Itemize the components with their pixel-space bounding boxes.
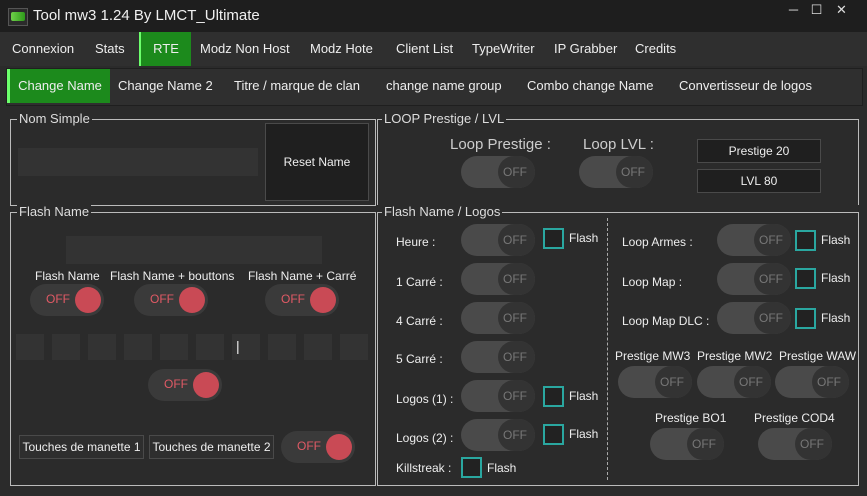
prestige-bo1-toggle[interactable]: OFF bbox=[650, 428, 724, 460]
carre-5-label: 5 Carré : bbox=[396, 352, 443, 366]
flash-name-bouttons-label: Flash Name + bouttons bbox=[110, 269, 235, 283]
heure-flash-label: Flash bbox=[569, 231, 599, 245]
subtab-change-name-group[interactable]: change name group bbox=[386, 69, 502, 103]
char-cell[interactable] bbox=[160, 334, 188, 360]
loop-prestige-label: Loop Prestige : bbox=[450, 136, 551, 153]
flash-name-bouttons-toggle[interactable]: OFF bbox=[134, 284, 208, 316]
char-cell[interactable] bbox=[196, 334, 224, 360]
loop-map-dlc-toggle[interactable]: OFF bbox=[717, 302, 791, 334]
char-cell[interactable] bbox=[88, 334, 116, 360]
subtab-titre-clan[interactable]: Titre / marque de clan bbox=[234, 69, 360, 103]
carre-4-label: 4 Carré : bbox=[396, 314, 443, 328]
char-cell[interactable]: | bbox=[232, 334, 260, 360]
maximize-icon[interactable]: ☐ bbox=[803, 0, 830, 20]
tab-client-list[interactable]: Client List bbox=[396, 32, 453, 66]
prestige-cod4-label: Prestige COD4 bbox=[754, 411, 835, 425]
close-icon[interactable]: ✕ bbox=[828, 0, 855, 20]
loop-armes-flash-label: Flash bbox=[821, 233, 851, 247]
char-cell[interactable] bbox=[124, 334, 152, 360]
text-cursor: | bbox=[236, 338, 240, 354]
flash-name-label: Flash Name bbox=[35, 269, 100, 283]
touches-manette-toggle[interactable]: OFF bbox=[281, 431, 355, 463]
logos-2-toggle[interactable]: OFF bbox=[461, 419, 535, 451]
tab-modz-non-host[interactable]: Modz Non Host bbox=[200, 32, 290, 66]
prestige-mw3-label: Prestige MW3 bbox=[615, 349, 691, 363]
killstreak-flash-label: Flash bbox=[487, 461, 517, 475]
tab-stats[interactable]: Stats bbox=[95, 32, 125, 66]
logos-1-label: Logos (1) : bbox=[396, 392, 454, 406]
tab-ip-grabber[interactable]: IP Grabber bbox=[554, 32, 617, 66]
loop-map-dlc-flash-checkbox[interactable] bbox=[795, 308, 816, 329]
loop-title: LOOP Prestige / LVL bbox=[382, 111, 507, 126]
prestige-waw-label: Prestige WAW bbox=[779, 349, 857, 363]
touches-manette-1-button[interactable]: Touches de manette 1 bbox=[19, 435, 144, 459]
flash-name-input[interactable] bbox=[66, 236, 322, 264]
char-cell[interactable] bbox=[340, 334, 368, 360]
logos-1-toggle[interactable]: OFF bbox=[461, 380, 535, 412]
prestige-cod4-toggle[interactable]: OFF bbox=[758, 428, 832, 460]
loop-map-label: Loop Map : bbox=[622, 275, 683, 289]
prestige-20-button[interactable]: Prestige 20 bbox=[697, 139, 821, 163]
loop-map-dlc-flash-label: Flash bbox=[821, 311, 851, 325]
logos-2-flash-label: Flash bbox=[569, 427, 599, 441]
loop-map-flash-checkbox[interactable] bbox=[795, 268, 816, 289]
tab-rte[interactable]: RTE bbox=[139, 32, 191, 66]
killstreak-flash-checkbox[interactable] bbox=[461, 457, 482, 478]
heure-toggle[interactable]: OFF bbox=[461, 224, 535, 256]
killstreak-label: Killstreak : bbox=[396, 461, 452, 475]
carre-5-toggle[interactable]: OFF bbox=[461, 341, 535, 373]
flash-name-toggle[interactable]: OFF bbox=[30, 284, 104, 316]
reset-name-button[interactable]: Reset Name bbox=[265, 123, 369, 201]
nom-simple-input[interactable] bbox=[18, 148, 258, 176]
subtab-combo-change-name[interactable]: Combo change Name bbox=[527, 69, 653, 103]
subtab-convertisseur-logos[interactable]: Convertisseur de logos bbox=[679, 69, 812, 103]
flash-cells-toggle[interactable]: OFF bbox=[148, 369, 222, 401]
char-cell[interactable] bbox=[304, 334, 332, 360]
prestige-mw2-label: Prestige MW2 bbox=[697, 349, 773, 363]
loop-map-toggle[interactable]: OFF bbox=[717, 263, 791, 295]
tab-connexion[interactable]: Connexion bbox=[12, 32, 74, 66]
flash-name-carre-toggle[interactable]: OFF bbox=[265, 284, 339, 316]
tab-credits[interactable]: Credits bbox=[635, 32, 676, 66]
divider bbox=[607, 218, 608, 480]
heure-flash-checkbox[interactable] bbox=[543, 228, 564, 249]
loop-map-flash-label: Flash bbox=[821, 271, 851, 285]
app-icon bbox=[8, 8, 28, 26]
flash-name-carre-label: Flash Name + Carré bbox=[248, 269, 357, 283]
loop-prestige-toggle[interactable]: OFF bbox=[461, 156, 535, 188]
char-cell[interactable] bbox=[16, 334, 44, 360]
tab-modz-hote[interactable]: Modz Hote bbox=[310, 32, 373, 66]
loop-armes-toggle[interactable]: OFF bbox=[717, 224, 791, 256]
prestige-waw-toggle[interactable]: OFF bbox=[775, 366, 849, 398]
loop-armes-label: Loop Armes : bbox=[622, 235, 693, 249]
logos-1-flash-checkbox[interactable] bbox=[543, 386, 564, 407]
flash-logos-title: Flash Name / Logos bbox=[382, 204, 503, 219]
char-cell[interactable] bbox=[52, 334, 80, 360]
subtab-change-name[interactable]: Change Name bbox=[7, 69, 110, 103]
logos-1-flash-label: Flash bbox=[569, 389, 599, 403]
loop-lvl-label: Loop LVL : bbox=[583, 136, 654, 153]
logos-2-flash-checkbox[interactable] bbox=[543, 424, 564, 445]
flash-name-title: Flash Name bbox=[17, 204, 92, 219]
tab-typewriter[interactable]: TypeWriter bbox=[472, 32, 535, 66]
prestige-bo1-label: Prestige BO1 bbox=[655, 411, 727, 425]
carre-4-toggle[interactable]: OFF bbox=[461, 302, 535, 334]
window-title: Tool mw3 1.24 By LMCT_Ultimate bbox=[33, 7, 260, 24]
loop-lvl-toggle[interactable]: OFF bbox=[579, 156, 653, 188]
char-cell[interactable] bbox=[268, 334, 296, 360]
logos-2-label: Logos (2) : bbox=[396, 431, 454, 445]
touches-manette-2-button[interactable]: Touches de manette 2 bbox=[149, 435, 274, 459]
prestige-mw2-toggle[interactable]: OFF bbox=[697, 366, 771, 398]
loop-armes-flash-checkbox[interactable] bbox=[795, 230, 816, 251]
prestige-mw3-toggle[interactable]: OFF bbox=[618, 366, 692, 398]
subtab-change-name-2[interactable]: Change Name 2 bbox=[118, 69, 213, 103]
loop-map-dlc-label: Loop Map DLC : bbox=[622, 314, 710, 328]
heure-label: Heure : bbox=[396, 235, 436, 249]
carre-1-toggle[interactable]: OFF bbox=[461, 263, 535, 295]
lvl-80-button[interactable]: LVL 80 bbox=[697, 169, 821, 193]
carre-1-label: 1 Carré : bbox=[396, 275, 443, 289]
nom-simple-title: Nom Simple bbox=[17, 111, 92, 126]
